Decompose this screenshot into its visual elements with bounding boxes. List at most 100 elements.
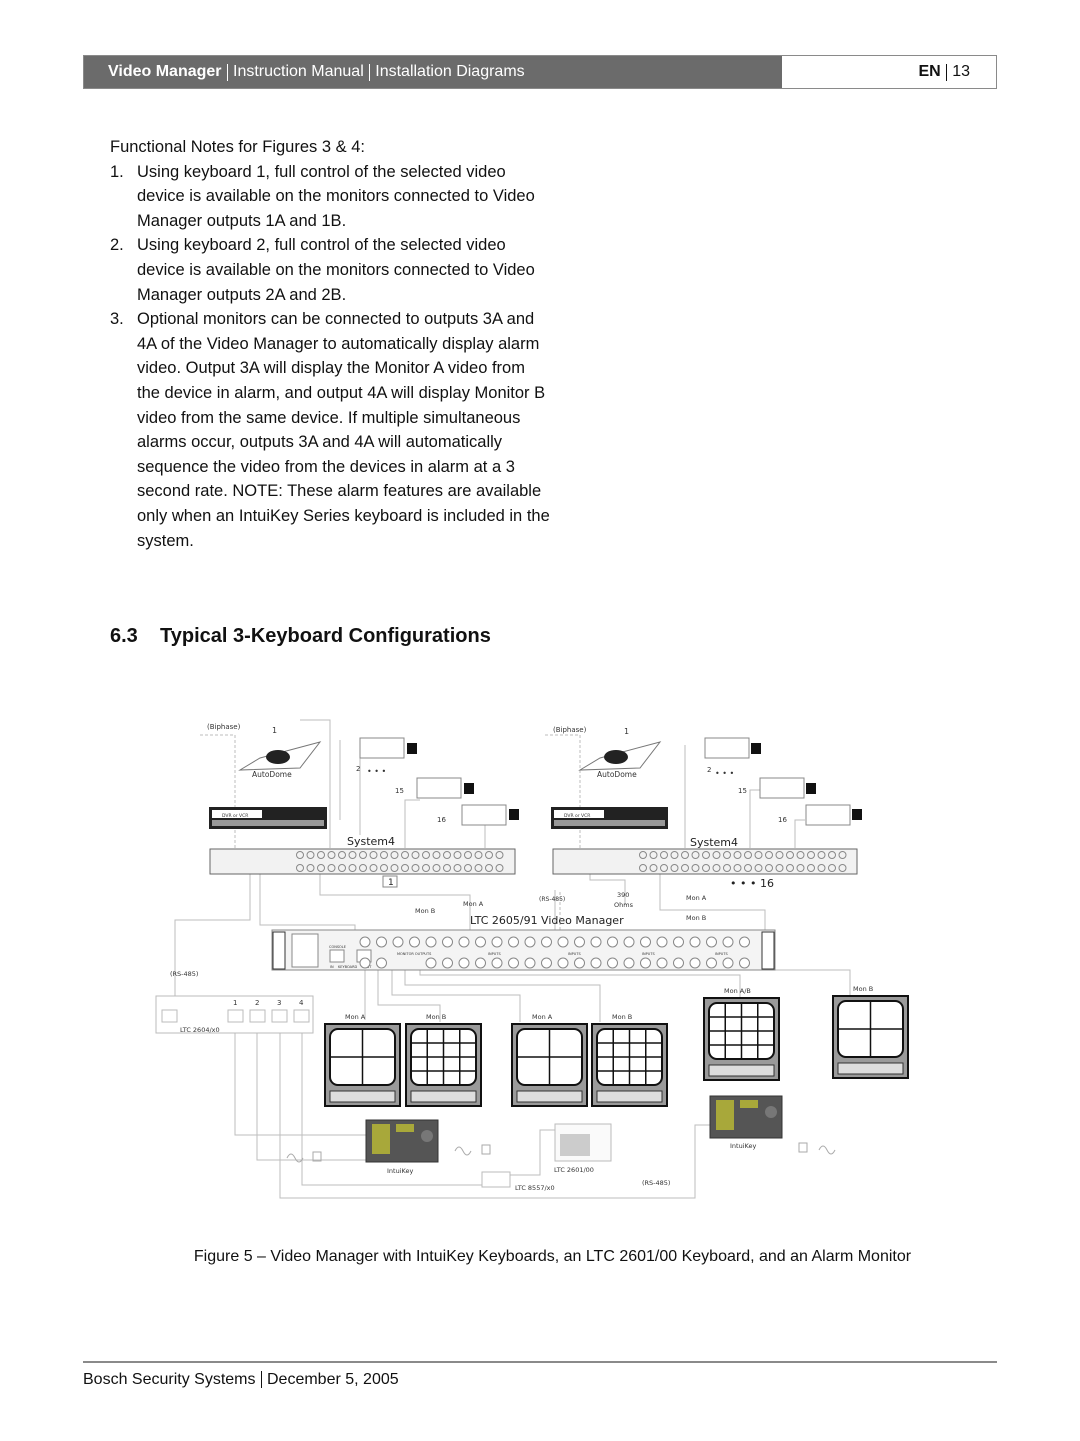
bnc-connector: [607, 936, 618, 948]
mon-b-label: Mon B: [686, 914, 706, 922]
footer-divider: [83, 1361, 997, 1363]
camera-number: 15: [738, 787, 747, 795]
camera-icon: [704, 737, 761, 759]
page-header: Video Manager Instruction Manual Installat…: [83, 55, 997, 89]
footer-date: December 5, 2005: [267, 1371, 399, 1388]
note-item: 3. Optional monitors can be connected to …: [110, 307, 550, 553]
bnc-connector: [722, 957, 734, 969]
bnc-connector: [458, 936, 470, 948]
console-label: CONSOLE: [329, 945, 346, 949]
header-product: Video Manager: [108, 63, 222, 80]
bnc-connector: [359, 936, 371, 948]
keyboard-label: KEYBOARD: [338, 965, 358, 969]
monitor-icon: [832, 995, 909, 1079]
intuikey-keyboard-icon: [365, 1119, 439, 1163]
inputs-label: INPUTS: [715, 952, 728, 956]
keyboard-in-label: IN: [330, 965, 334, 969]
right-system-group: (Biphase) 1 AutoDome DVR or VCR 2 • • • …: [551, 726, 862, 890]
ltc8557-unit: [481, 1171, 511, 1188]
page-footer: Bosch Security Systems December 5, 2005: [83, 1371, 399, 1389]
bnc-connector: [607, 957, 618, 969]
bnc-connector: [524, 957, 536, 969]
notes-title: Functional Notes for Figures 3 & 4:: [110, 138, 365, 156]
port-number: 4: [299, 999, 304, 1007]
monitor-outputs-label: MONITOR OUTPUTS: [397, 952, 432, 956]
bnc-connector: [425, 936, 437, 948]
system4-label: System4: [690, 836, 738, 849]
camera-number: 1: [624, 727, 629, 736]
separator: [945, 63, 948, 81]
bnc-connector: [640, 957, 651, 969]
bnc-connector: [590, 936, 602, 948]
monitor-label: Mon A: [345, 1013, 366, 1021]
bnc-connector: [739, 957, 750, 969]
header-language: EN: [918, 63, 941, 80]
note-item: 1. Using keyboard 1, full control of the …: [110, 160, 550, 234]
bnc-connector: [524, 936, 536, 948]
resistor-unit: Ohms: [614, 901, 634, 909]
bnc-connector: [722, 936, 734, 948]
ltc2601-label: LTC 2601/00: [554, 1166, 594, 1174]
separator: [260, 1371, 262, 1389]
bnc-connector: [590, 957, 602, 969]
monitor-icon: [703, 997, 780, 1081]
bnc-connector: [541, 957, 552, 969]
monitor-label: Mon B: [853, 985, 873, 993]
bnc-connector: [623, 936, 635, 948]
mon-a-label: Mon A: [686, 894, 707, 902]
port-icon: [161, 1009, 178, 1023]
bnc-connector: [673, 936, 684, 948]
note-text: Using keyboard 1, full control of the se…: [137, 162, 535, 230]
bnc-connector: [574, 957, 585, 969]
bnc-connector: [491, 936, 503, 948]
note-text: Using keyboard 2, full control of the se…: [137, 236, 535, 304]
note-number: 3.: [110, 310, 124, 329]
camera-number: 2: [707, 766, 711, 774]
camera-number: 2: [356, 765, 360, 773]
bnc-connector: [557, 957, 569, 969]
intuikey-keyboard-icon: [709, 1095, 783, 1139]
bnc-connector: [541, 936, 552, 948]
camera-icon: [359, 737, 417, 759]
dvr-panel: [554, 820, 665, 826]
bnc-connector: [640, 936, 651, 948]
camera-number: 16: [778, 816, 787, 824]
camera-icon: [805, 804, 862, 826]
autodome-label: AutoDome: [597, 770, 637, 779]
autodome-label: AutoDome: [252, 770, 292, 779]
header-section: Installation Diagrams: [375, 63, 525, 80]
bnc-connector: [409, 936, 420, 948]
port-icon: [249, 1009, 266, 1023]
camera-number: 1: [272, 726, 277, 735]
functional-notes: Functional Notes for Figures 3 & 4: 1. Us…: [110, 135, 550, 553]
separator: [368, 63, 371, 81]
bnc-connector: [706, 936, 717, 948]
biphase-label: (Biphase): [207, 723, 241, 731]
bnc-connector: [706, 957, 717, 969]
bnc-connector: [376, 936, 387, 948]
bnc-connector: [574, 936, 585, 948]
bnc-connector: [458, 957, 470, 969]
installation-diagram: (Biphase) 1 AutoDome DVR or VCR 2 • • • …: [155, 719, 909, 1199]
rs485-label: (RS-485): [170, 970, 198, 978]
output-label: • • • 16: [730, 877, 774, 890]
port-number: 3: [277, 999, 281, 1007]
system4-rack: [209, 848, 516, 875]
ellipsis-dots: • • •: [715, 769, 734, 778]
port-number: 1: [233, 999, 237, 1007]
rs485-label: (RS-485): [642, 1179, 670, 1187]
bnc-connector: [689, 936, 701, 948]
header-page-number: 13: [952, 63, 970, 80]
monitor-icon: [324, 1023, 401, 1107]
monitor-icon: [591, 1023, 668, 1107]
monitor-label: Mon A: [532, 1013, 553, 1021]
note-number: 1.: [110, 162, 124, 181]
port-icon: [271, 1009, 288, 1023]
bnc-connector: [442, 957, 453, 969]
mon-b-label: Mon B: [415, 907, 435, 915]
output-label: 1: [388, 878, 394, 888]
ltc2604-label: LTC 2604/x0: [180, 1026, 220, 1034]
system4-rack: [552, 848, 858, 875]
note-number: 2.: [110, 236, 124, 255]
section-heading: 6.3 Typical 3-Keyboard Configurations: [110, 625, 491, 648]
